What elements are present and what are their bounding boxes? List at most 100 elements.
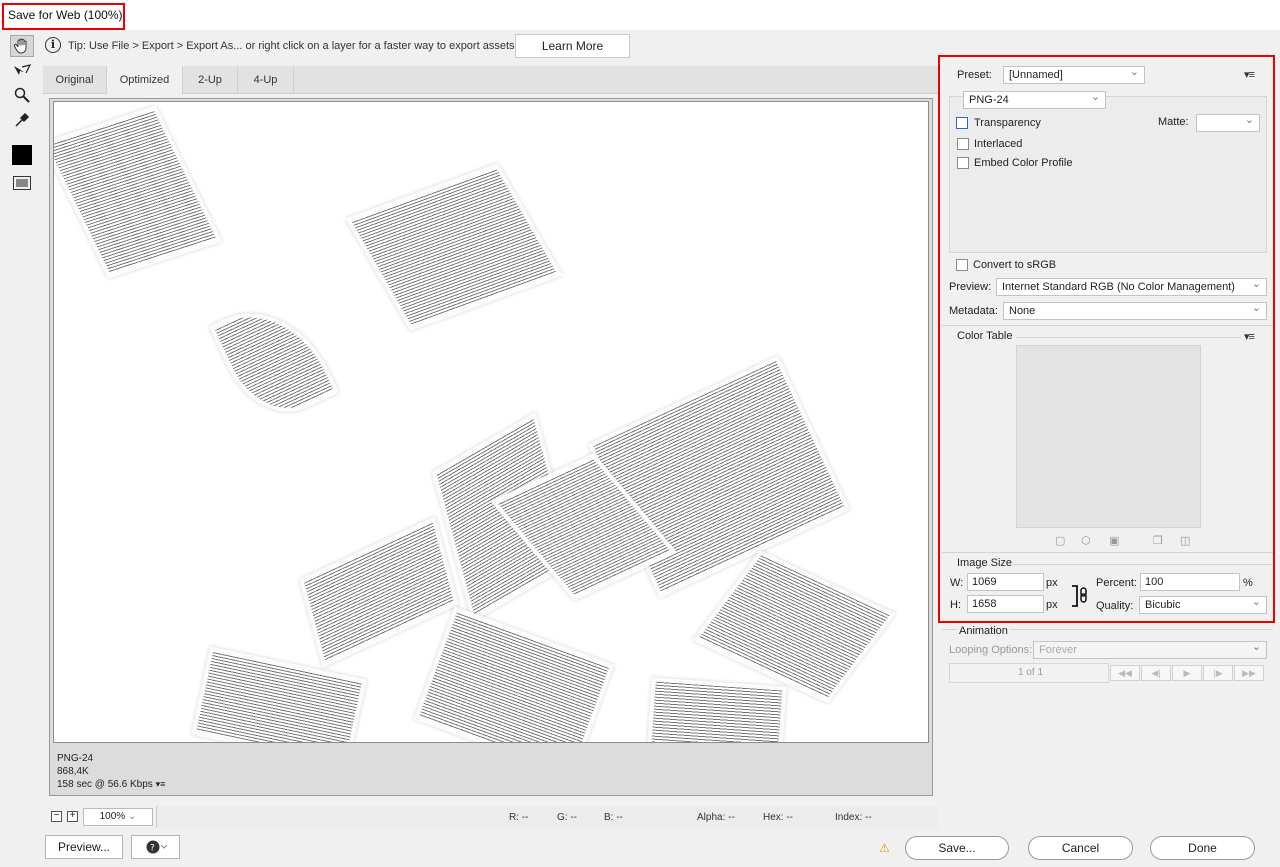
- quality-select[interactable]: Bicubic: [1139, 596, 1267, 614]
- save-button[interactable]: Save...: [905, 836, 1009, 860]
- first-frame-icon[interactable]: ◀◀: [1110, 665, 1140, 681]
- width-input[interactable]: 1069: [967, 573, 1044, 591]
- color-table-heading: Color Table: [957, 330, 1013, 342]
- toggle-slices-icon[interactable]: [10, 172, 34, 194]
- animation-heading: Animation: [957, 625, 1010, 637]
- web-shift-icon[interactable]: ⬡: [1081, 534, 1091, 547]
- preview-info: PNG-24 868,4K 158 sec @ 56.6 Kbps ▾≡: [57, 753, 165, 792]
- flying-page: [191, 646, 367, 742]
- interlaced-checkbox[interactable]: [957, 138, 969, 150]
- flying-page: [208, 288, 340, 431]
- tab-4-up[interactable]: 4-Up: [238, 66, 294, 94]
- next-frame-icon[interactable]: |▶: [1203, 665, 1233, 681]
- height-input[interactable]: 1658: [967, 595, 1044, 613]
- done-button[interactable]: Done: [1150, 836, 1255, 860]
- percent-unit: %: [1243, 577, 1253, 589]
- preset-label: Preset:: [957, 69, 992, 81]
- browser-preview-button[interactable]: ?: [131, 835, 180, 859]
- tab-optimized[interactable]: Optimized: [107, 66, 183, 94]
- frame-counter-box: 1 of 1: [949, 663, 1109, 683]
- matte-select[interactable]: [1196, 114, 1260, 132]
- percent-label: Percent:: [1096, 577, 1137, 589]
- cancel-button[interactable]: Cancel: [1028, 836, 1133, 860]
- divider: [1016, 337, 1241, 338]
- quality-label: Quality:: [1096, 600, 1134, 612]
- delete-color-icon[interactable]: ◫: [1180, 534, 1190, 547]
- preview-color-select[interactable]: Internet Standard RGB (No Color Manageme…: [996, 278, 1267, 296]
- preview-file-size: 868,4K: [57, 765, 89, 777]
- metadata-select[interactable]: None: [1003, 302, 1267, 320]
- optimized-preview-frame: PNG-24 868,4K 158 sec @ 56.6 Kbps ▾≡: [49, 98, 933, 796]
- eyedropper-icon[interactable]: [10, 109, 34, 131]
- tab-2-up[interactable]: 2-Up: [183, 66, 238, 94]
- learn-more-button[interactable]: Learn More: [515, 34, 630, 58]
- new-color-icon[interactable]: ❐: [1153, 534, 1163, 547]
- divider: [942, 552, 1273, 553]
- zoom-level-select[interactable]: 100% ⌄: [83, 808, 153, 826]
- divider: [1014, 564, 1272, 565]
- width-unit: px: [1046, 577, 1058, 589]
- readout-b: B: --: [604, 812, 623, 823]
- readout-r: R: --: [509, 812, 529, 823]
- flying-page: [299, 516, 459, 668]
- percent-input[interactable]: 100: [1140, 573, 1240, 591]
- image-size-heading: Image Size: [957, 557, 1013, 569]
- file-format-select[interactable]: PNG-24: [963, 91, 1106, 109]
- flying-page: [646, 677, 787, 742]
- convert-srgb-label: Convert to sRGB: [973, 259, 1057, 271]
- interlaced-label: Interlaced: [974, 138, 1023, 150]
- preview-menu-icon[interactable]: ▾≡: [156, 779, 166, 789]
- transparency-label: Transparency: [974, 117, 1041, 129]
- title-bar: [0, 0, 1280, 30]
- preview-button[interactable]: Preview...: [45, 835, 123, 859]
- color-table-menu-icon[interactable]: ▾≡: [1244, 330, 1255, 343]
- tip-text: Tip: Use File > Export > Export As... or…: [68, 40, 515, 52]
- height-label: H:: [950, 599, 961, 611]
- link-dimensions-icon[interactable]: [1070, 582, 1092, 613]
- preset-select[interactable]: [Unnamed]: [1003, 66, 1145, 84]
- previous-frame-icon[interactable]: ◀|: [1141, 665, 1171, 681]
- map-transparent-icon[interactable]: ▢: [1055, 534, 1065, 547]
- warning-icon: ⚠: [879, 841, 890, 855]
- hand-icon[interactable]: [10, 35, 34, 57]
- flying-page: [692, 550, 896, 704]
- looping-options-select[interactable]: Forever: [1033, 641, 1267, 659]
- embed-color-profile-checkbox[interactable]: [957, 157, 969, 169]
- view-tabs: Original Optimized 2-Up 4-Up: [43, 66, 938, 94]
- slice-select-icon[interactable]: [10, 60, 34, 82]
- metadata-label: Metadata:: [949, 305, 998, 317]
- divider: [942, 325, 1273, 326]
- optimize-menu-icon[interactable]: ▾≡: [1244, 68, 1255, 81]
- play-icon[interactable]: ▶: [1172, 665, 1202, 681]
- flying-page: [345, 162, 563, 332]
- eyedropper-color-swatch[interactable]: [12, 145, 32, 165]
- readout-alpha: Alpha: --: [697, 812, 735, 823]
- flying-page: [413, 606, 615, 742]
- lock-color-icon[interactable]: ▣: [1109, 534, 1119, 547]
- readout-index: Index: --: [835, 812, 872, 823]
- zoom-icon[interactable]: [10, 84, 34, 106]
- frame-counter: 1 of 1: [1018, 667, 1044, 678]
- color-table-area[interactable]: [1016, 345, 1201, 528]
- flying-page: [54, 105, 223, 279]
- readout-g: G: --: [557, 812, 577, 823]
- transparency-checkbox[interactable]: [956, 117, 968, 129]
- preview-image[interactable]: [53, 101, 929, 743]
- tab-original[interactable]: Original: [43, 66, 107, 94]
- width-label: W:: [950, 577, 964, 589]
- convert-srgb-checkbox[interactable]: [956, 259, 968, 271]
- tip-bar: i Tip: Use File > Export > Export As... …: [42, 32, 938, 60]
- zoom-in-button[interactable]: +: [67, 811, 78, 822]
- matte-label: Matte:: [1158, 116, 1189, 128]
- preview-download-time: 158 sec @ 56.6 Kbps: [57, 779, 153, 790]
- tool-palette: [8, 33, 36, 203]
- readout-hex: Hex: --: [763, 812, 793, 823]
- info-icon: i: [45, 37, 61, 53]
- preview-format: PNG-24: [57, 753, 94, 764]
- zoom-out-button[interactable]: −: [51, 811, 62, 822]
- looping-options-label: Looping Options:: [949, 644, 1033, 656]
- title-highlight-box: [2, 3, 125, 30]
- color-readout: R: -- G: -- B: -- Alpha: -- Hex: -- Inde…: [156, 806, 938, 828]
- height-unit: px: [1046, 599, 1058, 611]
- last-frame-icon[interactable]: ▶▶: [1234, 665, 1264, 681]
